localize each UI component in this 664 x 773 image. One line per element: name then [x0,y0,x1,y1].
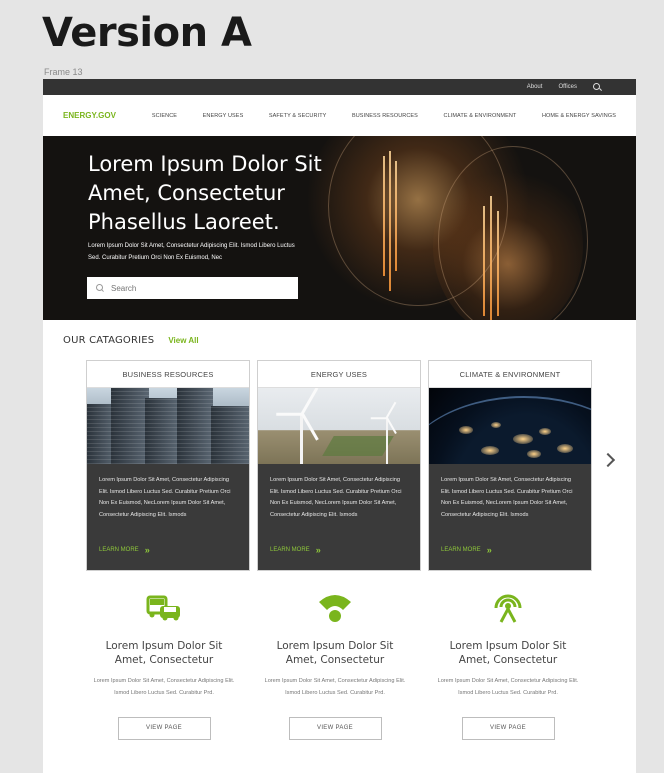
card-text: Lorem Ipsum Dolor Sit Amet, Consectetur … [441,477,573,518]
feature-title: Lorem Ipsum Dolor Sit Amet, Consectetur [276,640,394,666]
category-card-business-resources[interactable]: BUSINESS RESOURCES Lorem Ipsum Dolor Sit… [86,360,250,571]
nav-item-business-resources[interactable]: BUSINESS RESOURCES [352,113,418,119]
nav-item-safety-security[interactable]: SAFETY & SECURITY [269,113,327,119]
category-card-energy-uses[interactable]: ENERGY USES Lorem Ipsum Dolor Sit Amet, … [257,360,421,571]
utility-bar: About Offices [43,79,636,95]
frame-label: Frame 13 [44,67,83,77]
hero-heading: Lorem Ipsum Dolor Sit Amet, Consectetur … [88,152,322,234]
view-page-button[interactable]: VIEW PAGE [117,717,211,740]
card-title: ENERGY USES [258,361,420,388]
learn-more-link[interactable]: LEARN MORE » [99,545,150,555]
view-page-button[interactable]: VIEW PAGE [288,717,382,740]
nav-item-science[interactable]: SCIENCE [152,113,177,119]
learn-more-label: LEARN MORE [441,547,481,553]
hero-text: Lorem Ipsum Dolor Sit Amet, Consectetur … [88,243,295,261]
feature-text: Lorem Ipsum Dolor Sit Amet, Consectetur … [93,678,235,696]
categories-heading: OUR CATAGORIES [63,335,155,346]
feature-title: Lorem Ipsum Dolor Sit Amet, Consectetur [105,640,223,666]
wind-turbine-photo [258,388,420,464]
card-text: Lorem Ipsum Dolor Sit Amet, Consectetur … [99,477,231,518]
double-chevron-icon: » [315,545,321,555]
about-link[interactable]: About [527,84,543,90]
learn-more-label: LEARN MORE [270,547,310,553]
learn-more-link[interactable]: LEARN MORE » [441,545,492,555]
feature-text: Lorem Ipsum Dolor Sit Amet, Consectetur … [264,678,406,696]
hero-banner: Lorem Ipsum Dolor Sit Amet, Consectetur … [43,136,636,320]
view-all-link[interactable]: View All [168,336,198,345]
feature-vehicles: Lorem Ipsum Dolor Sit Amet, Consectetur … [89,591,239,740]
wifi-signal-icon [260,591,410,625]
learn-more-link[interactable]: LEARN MORE » [270,545,321,555]
skyscrapers-photo [87,388,249,464]
vehicles-icon [89,591,239,625]
view-page-button[interactable]: VIEW PAGE [461,717,555,740]
site-logo[interactable]: ENERGY.GOV [63,111,116,120]
nav-items: SCIENCE ENERGY USES SAFETY & SECURITY BU… [152,113,636,119]
nav-item-climate-environment[interactable]: CLIMATE & ENVIRONMENT [444,113,517,119]
search-input[interactable] [111,283,281,293]
canvas-title: Version A [42,10,252,56]
main-nav: ENERGY.GOV SCIENCE ENERGY USES SAFETY & … [43,95,636,136]
double-chevron-icon: » [486,545,492,555]
feature-text: Lorem Ipsum Dolor Sit Amet, Consectetur … [437,678,579,696]
offices-link[interactable]: Offices [558,84,577,90]
categories-header: OUR CATAGORIES View All [63,335,199,346]
nav-item-energy-uses[interactable]: ENERGY USES [203,113,244,119]
page-frame: About Offices ENERGY.GOV SCIENCE ENERGY … [43,79,636,773]
nav-item-home-energy-savings[interactable]: HOME & ENERGY SAVINGS [542,113,616,119]
feature-tower: Lorem Ipsum Dolor Sit Amet, Consectetur … [433,591,583,740]
double-chevron-icon: » [144,545,150,555]
learn-more-label: LEARN MORE [99,547,139,553]
feature-wifi: Lorem Ipsum Dolor Sit Amet, Consectetur … [260,591,410,740]
broadcast-tower-icon [433,591,583,625]
search-icon[interactable] [593,82,602,92]
search-icon [96,284,104,292]
feature-title: Lorem Ipsum Dolor Sit Amet, Consectetur [449,640,567,666]
card-title: BUSINESS RESOURCES [87,361,249,388]
hero-search[interactable] [87,277,298,299]
card-title: CLIMATE & ENVIRONMENT [429,361,591,388]
earth-at-night-photo [429,388,591,464]
chevron-right-icon[interactable] [600,452,616,468]
category-card-climate-environment[interactable]: CLIMATE & ENVIRONMENT Lorem Ipsum Dolor … [428,360,592,571]
card-text: Lorem Ipsum Dolor Sit Amet, Consectetur … [270,477,402,518]
